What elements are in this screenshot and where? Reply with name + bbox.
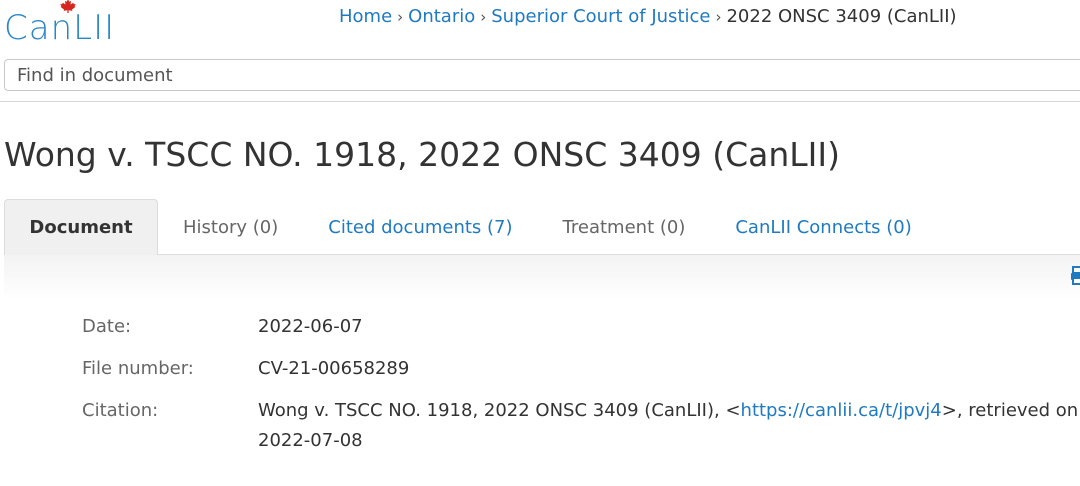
date-value: 2022-06-07	[258, 316, 363, 337]
breadcrumb-separator: ›	[480, 8, 487, 26]
find-in-document-input[interactable]	[5, 63, 1080, 87]
tab-treatment[interactable]: Treatment (0)	[538, 199, 711, 255]
page: CanLII Home › Ontario › Superior Court of Ju…	[0, 0, 1080, 486]
citation-text: Wong v. TSCC NO. 1918, 2022 ONSC 3409 (C…	[258, 400, 741, 421]
maple-leaf-icon	[60, 0, 76, 13]
tab-cited-documents[interactable]: Cited documents (7)	[303, 199, 537, 255]
file-number-value: CV-21-00658289	[258, 358, 410, 379]
canlii-logo[interactable]: CanLII	[4, 0, 116, 48]
citation-permalink[interactable]: https://canlii.ca/t/jpvj4	[741, 400, 942, 421]
date-label: Date:	[82, 316, 132, 337]
breadcrumb-superior-court[interactable]: Superior Court of Justice	[491, 6, 710, 27]
breadcrumb: Home › Ontario › Superior Court of Justice › 2…	[339, 5, 957, 29]
tab-canlii-connects[interactable]: CanLII Connects (0)	[710, 199, 936, 255]
breadcrumb-separator: ›	[715, 8, 722, 26]
breadcrumb-home[interactable]: Home	[339, 6, 392, 27]
breadcrumb-current: 2022 ONSC 3409 (CanLII)	[726, 6, 957, 27]
breadcrumb-ontario[interactable]: Ontario	[408, 6, 475, 27]
metadata-row-file-number: File number: CV-21-00658289	[82, 354, 1080, 384]
find-in-document-box	[4, 59, 1080, 91]
tab-document[interactable]: Document	[4, 199, 158, 255]
tab-history[interactable]: History (0)	[158, 199, 303, 255]
metadata-row-date: Date: 2022-06-07	[82, 312, 1080, 342]
citation-value: Wong v. TSCC NO. 1918, 2022 ONSC 3409 (C…	[258, 396, 1080, 456]
page-title: Wong v. TSCC NO. 1918, 2022 ONSC 3409 (C…	[4, 135, 840, 174]
header-divider	[0, 101, 1080, 102]
metadata-row-citation: Citation: Wong v. TSCC NO. 1918, 2022 ON…	[82, 396, 1080, 456]
document-metadata: Date: 2022-06-07 File number: CV-21-0065…	[82, 312, 1080, 468]
document-tabs: Document History (0) Cited documents (7)…	[4, 199, 1080, 255]
logo-text: CanLII	[4, 8, 116, 48]
print-icon[interactable]	[1070, 266, 1080, 286]
document-toolbar	[4, 255, 1080, 301]
citation-label: Citation:	[82, 400, 159, 421]
breadcrumb-separator: ›	[397, 8, 404, 26]
file-number-label: File number:	[82, 358, 194, 379]
